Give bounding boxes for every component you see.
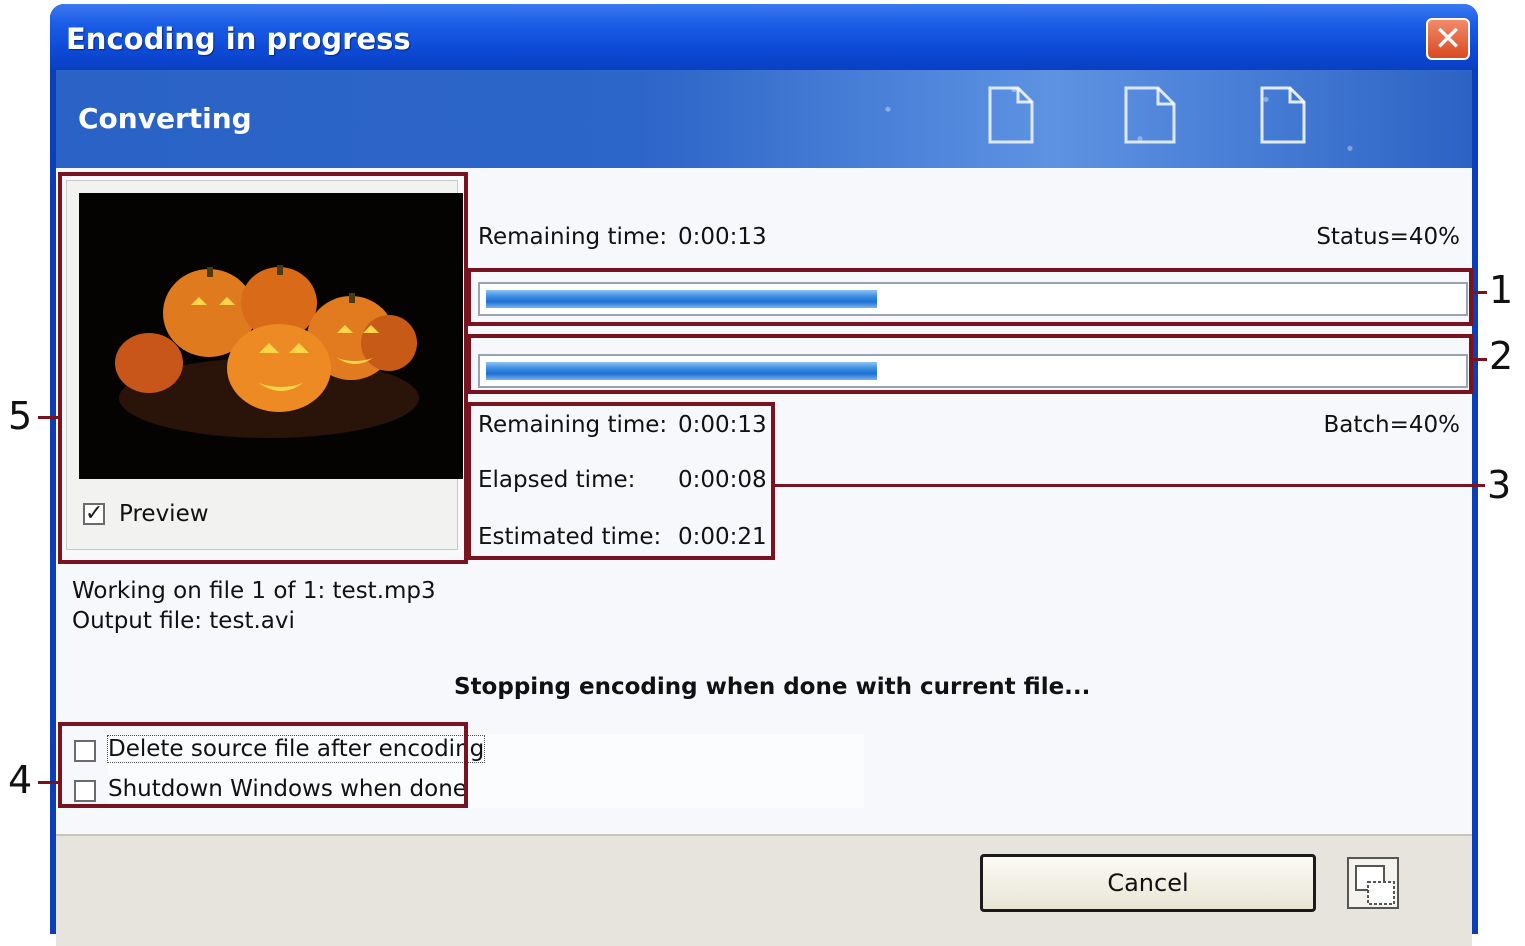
close-button[interactable]: ✕ (1426, 18, 1470, 60)
cancel-button[interactable]: Cancel (980, 854, 1316, 912)
title-bar: Encoding in progress ✕ (50, 4, 1478, 70)
callout-2: 2 (1489, 334, 1514, 378)
restore-window-button[interactable] (1346, 856, 1402, 912)
callout-line-1 (1473, 291, 1487, 294)
footer-bar: Cancel (56, 834, 1472, 946)
callout-4: 4 (8, 758, 33, 802)
window-title: Encoding in progress (66, 22, 411, 56)
highlight-box-file-progress (467, 268, 1473, 326)
callout-1: 1 (1489, 268, 1514, 312)
highlight-box-times (467, 402, 775, 560)
callout-line-5 (38, 416, 58, 419)
document-icon (1260, 86, 1306, 144)
section-title: Converting (78, 102, 252, 135)
remaining-time-value: 0:00:13 (678, 224, 767, 250)
stopping-message: Stopping encoding when done with current… (454, 674, 1091, 700)
batch-percent: Batch=40% (1323, 412, 1460, 438)
close-icon: ✕ (1433, 19, 1463, 59)
output-file: Output file: test.avi (72, 608, 295, 634)
callout-5: 5 (8, 394, 33, 438)
highlight-box-batch-progress (467, 334, 1473, 394)
callout-3: 3 (1487, 463, 1512, 507)
restore-window-icon (1347, 857, 1399, 909)
document-icon (988, 86, 1034, 144)
status-percent: Status=40% (1316, 224, 1460, 250)
sparkle-decoration (636, 70, 1472, 168)
callout-line-3 (775, 484, 1485, 487)
remaining-time-label: Remaining time: (478, 224, 668, 250)
working-on-file: Working on file 1 of 1: test.mp3 (72, 578, 436, 604)
callout-line-2 (1473, 358, 1487, 361)
header-banner: Converting (56, 70, 1472, 168)
highlight-box-options (58, 722, 468, 808)
highlight-box-preview (58, 172, 468, 564)
document-icon (1124, 86, 1176, 144)
callout-line-4 (38, 781, 58, 784)
